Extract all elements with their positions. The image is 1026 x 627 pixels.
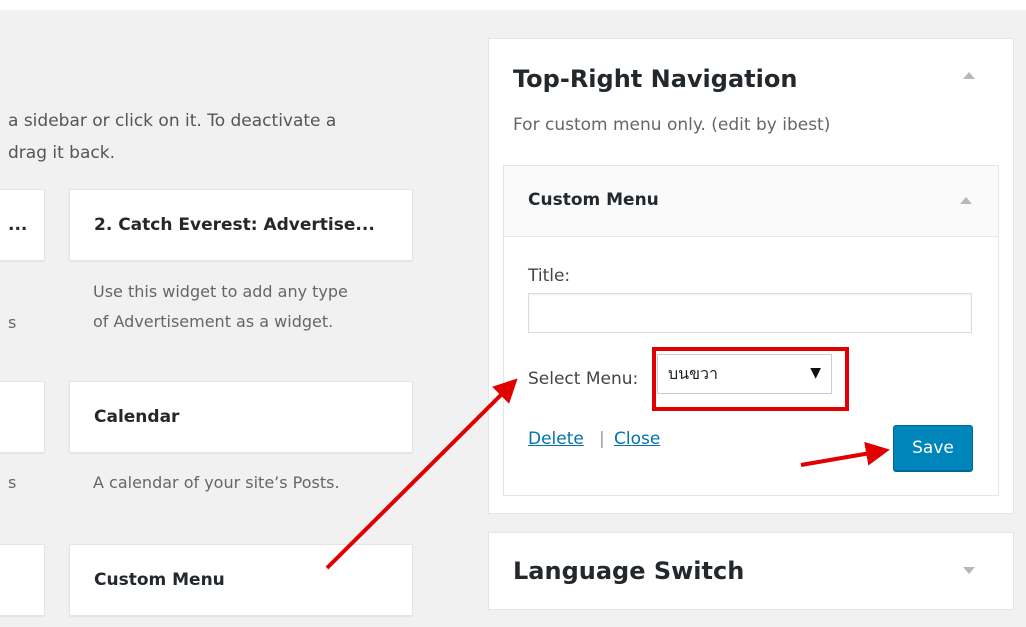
annotation-arrows [325, 378, 890, 570]
annotation-arrow-to-save [800, 441, 890, 467]
annotation-arrow-to-select-menu [325, 378, 518, 570]
